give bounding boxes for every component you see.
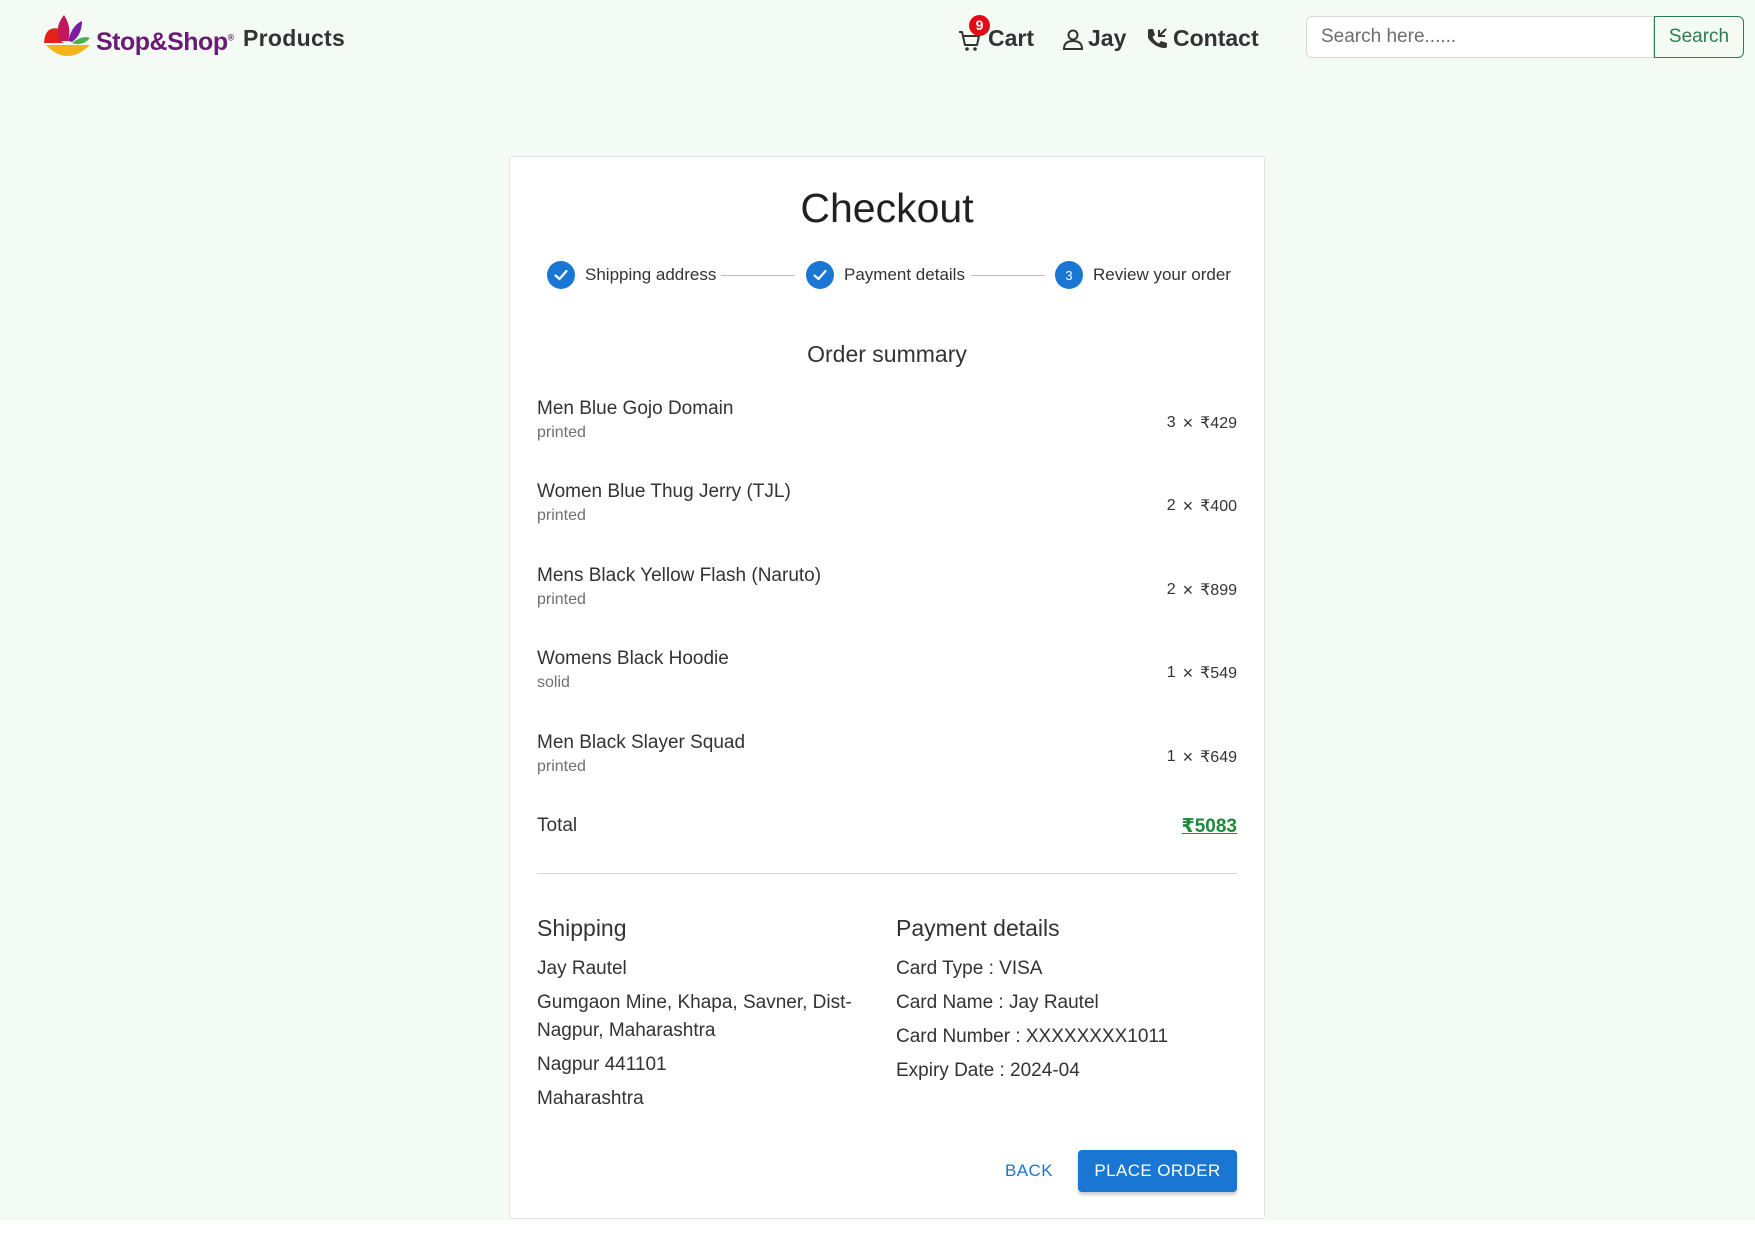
payment-details-heading: Payment details [896, 915, 1060, 941]
cart-label: Cart [988, 25, 1035, 51]
item-price: ₹649 [1200, 748, 1237, 766]
check-icon [806, 261, 834, 289]
checkout-card: Checkout Shipping address Payment detail… [509, 156, 1265, 1219]
item-price: ₹899 [1200, 581, 1237, 599]
nav-contact-link[interactable]: Contact [1145, 25, 1259, 52]
times-icon: × [1182, 496, 1194, 516]
step-label: Shipping address [585, 265, 717, 284]
item-quantity: 2 [1166, 496, 1176, 514]
user-label: Jay [1088, 25, 1127, 51]
payment-details-block: Card Type : VISA Card Name : Jay Rautel … [896, 955, 1236, 1091]
item-quantity-price: 2 × ₹400 [1167, 495, 1237, 516]
item-name: Men Black Slayer Squad [537, 732, 746, 753]
step-label: Review your order [1093, 265, 1231, 284]
times-icon: × [1182, 413, 1194, 433]
item-quantity: 3 [1166, 413, 1176, 431]
item-name: Women Blue Thug Jerry (TJL) [537, 481, 791, 502]
user-icon [1062, 29, 1084, 50]
search-button[interactable]: Search [1654, 16, 1744, 58]
total-value: ₹5083 [1181, 816, 1238, 837]
item-name: Men Blue Gojo Domain [537, 398, 734, 419]
step-number: 3 [1055, 261, 1083, 289]
phone-icon [1148, 27, 1167, 48]
shipping-name: Jay Rautel [537, 958, 627, 979]
contact-label: Contact [1173, 25, 1259, 51]
order-item: Men Black Slayer Squad printed 1 × ₹649 [537, 732, 1237, 792]
times-icon: × [1182, 663, 1194, 683]
place-order-button[interactable]: PLACE ORDER [1078, 1150, 1237, 1192]
stepper-connector [721, 275, 795, 276]
step-label: Payment details [844, 265, 965, 284]
item-description: printed [537, 591, 586, 608]
cart-icon: 9 [958, 14, 990, 52]
order-item: Mens Black Yellow Flash (Naruto) printed… [537, 565, 1237, 625]
times-icon: × [1182, 580, 1194, 600]
shipping-city-zip: Nagpur 441101 [537, 1054, 667, 1075]
item-description: solid [537, 674, 570, 691]
nav-products-link[interactable]: Products [243, 25, 345, 52]
order-item: Womens Black Hoodie solid 1 × ₹549 [537, 648, 1237, 708]
item-quantity-price: 2 × ₹899 [1167, 579, 1237, 600]
order-item: Men Blue Gojo Domain printed 3 × ₹429 [537, 398, 1237, 458]
section-divider [537, 873, 1237, 874]
step-review-order: 3 Review your order [1055, 261, 1231, 289]
check-icon [547, 261, 575, 289]
card-expiry: Expiry Date : 2024-04 [896, 1060, 1080, 1081]
times-icon: × [1182, 747, 1194, 767]
nav-user-link[interactable]: Jay [1062, 25, 1126, 52]
step-payment-details: Payment details [806, 261, 965, 289]
shipping-street: Gumgaon Mine, Khapa, Savner, Dist-Nagpur… [537, 992, 852, 1041]
item-name: Womens Black Hoodie [537, 648, 729, 669]
item-price: ₹429 [1200, 414, 1237, 432]
top-navbar: Stop&Shop® Products 9 Cart Jay Contact S… [0, 0, 1755, 84]
item-quantity-price: 3 × ₹429 [1167, 412, 1237, 433]
shipping-state: Maharashtra [537, 1088, 644, 1109]
order-item: Women Blue Thug Jerry (TJL) printed 2 × … [537, 481, 1237, 541]
item-quantity-price: 1 × ₹549 [1167, 662, 1237, 683]
item-description: printed [537, 758, 586, 775]
card-number: Card Number : XXXXXXXX1011 [896, 1026, 1169, 1047]
brand-logo[interactable]: Stop&Shop® [42, 10, 234, 66]
item-price: ₹400 [1200, 497, 1237, 515]
total-label: Total [537, 815, 578, 836]
brand-name: Stop&Shop® [96, 27, 234, 56]
shipping-heading: Shipping [537, 915, 627, 941]
card-name: Card Name : Jay Rautel [896, 992, 1099, 1013]
back-button[interactable]: BACK [990, 1150, 1068, 1192]
stepper-connector [971, 275, 1045, 276]
item-price: ₹549 [1200, 664, 1237, 682]
shipping-address-block: Jay Rautel Gumgaon Mine, Khapa, Savner, … [537, 955, 877, 1119]
page-title: Checkout [800, 185, 974, 231]
item-quantity-price: 1 × ₹649 [1167, 746, 1237, 767]
item-quantity: 1 [1166, 747, 1176, 765]
item-description: printed [537, 507, 586, 524]
cart-count-badge: 9 [969, 14, 990, 36]
stop-and-shop-logo-icon [44, 15, 90, 56]
step-shipping-address: Shipping address [547, 261, 716, 289]
search-input[interactable] [1306, 16, 1654, 58]
item-quantity: 1 [1166, 663, 1176, 681]
item-quantity: 2 [1166, 580, 1176, 598]
item-name: Mens Black Yellow Flash (Naruto) [537, 565, 822, 586]
item-description: printed [537, 424, 586, 441]
order-summary-heading: Order summary [807, 341, 967, 367]
nav-cart-link[interactable]: 9 Cart [958, 14, 1035, 52]
order-total-row: Total ₹5083 [537, 815, 1237, 845]
card-type: Card Type : VISA [896, 958, 1043, 979]
